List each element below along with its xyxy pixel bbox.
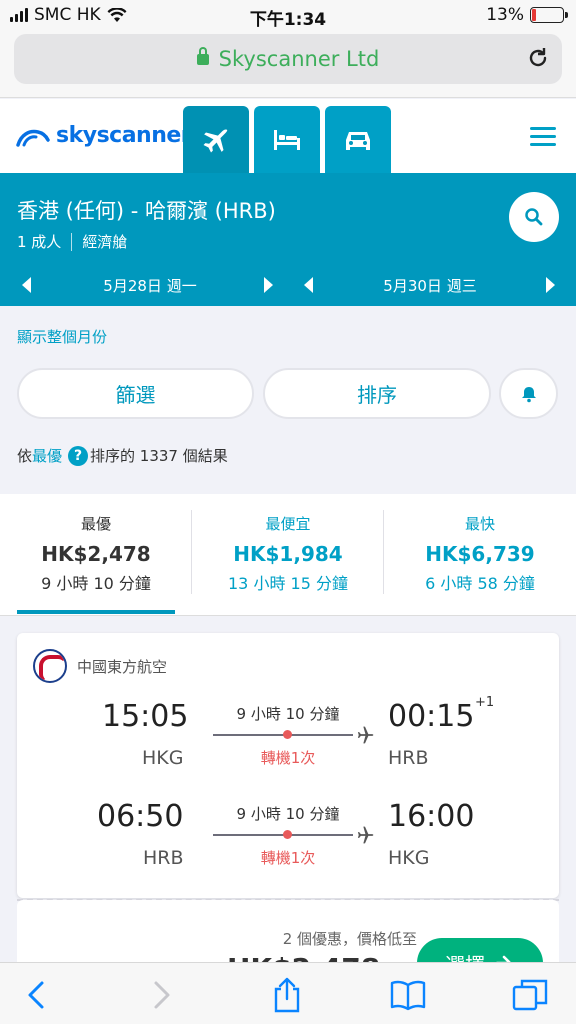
sort-tabs: 最優 HK$2,478 9 小時 10 分鐘 最便宜 HK$1,984 13 小… xyxy=(0,494,576,616)
bed-icon xyxy=(274,129,300,150)
passenger-count: 1 成人 xyxy=(17,233,62,251)
search-summary: 香港 (任何) - 哈爾濱 (HRB) 1 成人 經濟艙 5月28日 週一 5月… xyxy=(0,173,576,306)
arrival-airport: HKG xyxy=(388,847,430,869)
sort-tab-title: 最優 xyxy=(80,515,111,533)
plane-icon xyxy=(203,128,228,152)
sort-tab-price: HK$6,739 xyxy=(425,542,535,566)
sort-tab-fastest[interactable]: 最快 HK$6,739 6 小時 58 分鐘 xyxy=(384,494,576,616)
sort-tab-price: HK$1,984 xyxy=(233,542,343,566)
return-next-arrow[interactable] xyxy=(546,277,555,293)
arrival-airport: HRB xyxy=(388,747,429,769)
plane-icon xyxy=(357,826,374,844)
status-bar: SMC HK 下午1:34 13% xyxy=(0,0,576,30)
menu-icon[interactable] xyxy=(530,127,556,147)
active-tab-indicator xyxy=(17,610,175,614)
filter-button[interactable]: 篩選 xyxy=(17,368,254,419)
deals-label: 2 個優惠，價格低至 xyxy=(282,930,417,948)
back-icon[interactable] xyxy=(18,975,58,1015)
stop-dot xyxy=(283,830,292,839)
depart-date[interactable]: 5月28日 週一 xyxy=(40,275,260,296)
results-prefix: 依 xyxy=(17,447,33,465)
sort-key-link[interactable]: 最優 xyxy=(32,445,62,466)
skyscanner-sun-icon xyxy=(16,129,50,147)
results-summary: 依 最優 ? 排序的 1337 個結果 xyxy=(17,445,228,466)
sort-tab-duration: 9 小時 10 分鐘 xyxy=(41,574,151,593)
brand-name: skyscanner xyxy=(56,123,192,148)
show-month-link[interactable]: 顯示整個月份 xyxy=(17,326,107,347)
battery-icon xyxy=(530,7,568,23)
sort-tab-title: 最便宜 xyxy=(265,515,311,533)
depart-prev-arrow[interactable] xyxy=(22,277,31,293)
sort-tab-cheapest[interactable]: 最便宜 HK$1,984 13 小時 15 分鐘 xyxy=(192,494,384,616)
address-bar[interactable]: Skyscanner Ltd xyxy=(14,34,562,84)
filter-label: 篩選 xyxy=(115,383,156,407)
search-icon xyxy=(525,208,543,226)
return-date[interactable]: 5月30日 週三 xyxy=(320,275,540,296)
bookmarks-icon[interactable] xyxy=(388,975,428,1015)
return-prev-arrow[interactable] xyxy=(304,277,313,293)
stops-label: 轉機1次 xyxy=(260,749,316,767)
results-count: 排序的 1337 個結果 xyxy=(90,447,228,465)
forward-icon[interactable] xyxy=(140,975,180,1015)
sort-tab-title: 最快 xyxy=(464,515,495,533)
search-button[interactable] xyxy=(509,192,559,242)
skyscanner-logo[interactable]: skyscanner xyxy=(16,123,192,148)
inbound-leg: 06:50 HRB 9 小時 10 分鐘 轉機1次 16:00 HKG xyxy=(17,799,559,887)
stop-dot xyxy=(283,730,292,739)
sort-tab-price: HK$2,478 xyxy=(41,542,151,566)
price-alert-button[interactable] xyxy=(499,368,558,419)
bell-icon xyxy=(521,386,536,402)
flight-result-card[interactable]: 中國東方航空 15:05 HKG 9 小時 10 分鐘 轉機1次 00:15 +… xyxy=(17,633,559,898)
lock-icon xyxy=(196,47,209,65)
route-title: 香港 (任何) - 哈爾濱 (HRB) xyxy=(17,199,276,223)
tab-hotels[interactable] xyxy=(254,106,320,173)
url-text: Skyscanner Ltd xyxy=(218,47,380,71)
outbound-leg: 15:05 HKG 9 小時 10 分鐘 轉機1次 00:15 +1 HRB xyxy=(17,695,559,787)
arrival-time: 16:00 xyxy=(388,799,475,834)
battery-percent: 13% xyxy=(486,5,524,25)
china-eastern-logo xyxy=(33,649,67,683)
browser-toolbar xyxy=(0,962,576,1024)
divider xyxy=(71,232,73,251)
site-header: skyscanner xyxy=(0,99,576,173)
airline-name: 中國東方航空 xyxy=(77,657,168,676)
sort-tab-duration: 13 小時 15 分鐘 xyxy=(228,574,348,593)
tab-flights[interactable] xyxy=(183,106,249,173)
depart-next-arrow[interactable] xyxy=(264,277,273,293)
day-offset: +1 xyxy=(475,695,495,710)
tab-car-hire[interactable] xyxy=(325,106,391,173)
sort-label: 排序 xyxy=(357,383,397,407)
car-icon xyxy=(346,131,370,150)
sort-tab-duration: 6 小時 58 分鐘 xyxy=(425,574,535,593)
reload-icon[interactable] xyxy=(526,46,550,70)
help-icon[interactable]: ? xyxy=(68,445,89,466)
browser-chrome: Skyscanner Ltd xyxy=(0,30,576,98)
flight-duration: 9 小時 10 分鐘 xyxy=(236,805,340,823)
sort-button[interactable]: 排序 xyxy=(263,368,491,419)
sort-tab-best[interactable]: 最優 HK$2,478 9 小時 10 分鐘 xyxy=(0,494,192,616)
plane-icon xyxy=(357,726,374,744)
stops-label: 轉機1次 xyxy=(260,849,316,867)
tabs-icon[interactable] xyxy=(510,975,550,1015)
arrival-time: 00:15 xyxy=(388,699,475,734)
cabin-class: 經濟艙 xyxy=(82,233,128,251)
share-icon[interactable] xyxy=(267,975,307,1015)
